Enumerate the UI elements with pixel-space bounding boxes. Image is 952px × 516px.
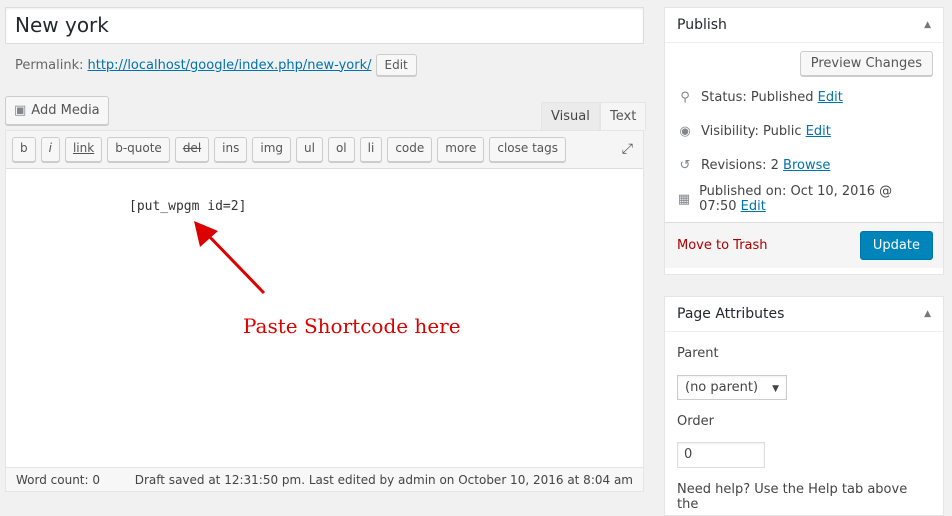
published-row: ▦ Published on: Oct 10, 2016 @ 07:50 Edit <box>665 182 943 216</box>
permalink-link[interactable]: http://localhost/google/index.php/new-yo… <box>88 58 372 73</box>
annotation-text: Paste Shortcode here <box>243 314 461 338</box>
qt-ins[interactable]: ins <box>214 137 248 162</box>
publish-title: Publish <box>677 17 727 33</box>
qt-b[interactable]: b <box>12 137 36 162</box>
word-count: Word count: 0 <box>16 473 101 487</box>
qt-del[interactable]: del <box>174 137 210 162</box>
tab-text[interactable]: Text <box>600 102 647 131</box>
pin-icon: ⚲ <box>680 89 690 105</box>
chevron-down-icon: ▼ <box>772 384 780 394</box>
parent-value: (no parent) <box>685 380 759 395</box>
published-text: Published on: Oct 10, 2016 @ 07:50 <box>699 184 893 214</box>
arrow-icon <box>194 221 266 295</box>
qt-more[interactable]: more <box>437 137 485 162</box>
permalink-row: Permalink: http://localhost/google/index… <box>15 54 417 76</box>
editor-status-bar: Word count: 0 Draft saved at 12:31:50 pm… <box>6 467 643 491</box>
order-input[interactable]: 0 <box>677 442 765 468</box>
qt-close-tags[interactable]: close tags <box>489 137 567 162</box>
eye-icon: ◉ <box>679 123 691 139</box>
permalink-label: Permalink: <box>15 57 84 73</box>
calendar-icon: ▦ <box>677 191 691 207</box>
editor-textarea[interactable]: [put_wpgm id=2] Paste Shortcode here <box>6 169 643 469</box>
shortcode-text: [put_wpgm id=2] <box>129 199 247 214</box>
move-to-trash-link[interactable]: Move to Trash <box>677 238 768 253</box>
collapse-icon[interactable]: ▲ <box>924 306 931 322</box>
publish-header[interactable]: Publish ▲ <box>665 8 943 43</box>
editor: b i link b-quote del ins img ul ol li co… <box>5 130 644 492</box>
revisions-row: ↺ Revisions: 2 Browse <box>665 148 943 182</box>
qt-i[interactable]: i <box>40 137 60 162</box>
qt-code[interactable]: code <box>387 137 433 162</box>
visibility-edit-link[interactable]: Edit <box>806 124 831 139</box>
page-attributes-header[interactable]: Page Attributes ▲ <box>665 297 943 332</box>
qt-img[interactable]: img <box>252 137 291 162</box>
qt-ul[interactable]: ul <box>296 137 323 162</box>
post-title-input[interactable]: New york <box>5 7 644 44</box>
permalink-edit-button[interactable]: Edit <box>375 54 417 76</box>
media-icon: ▣ <box>14 103 27 118</box>
qt-b-quote[interactable]: b-quote <box>107 137 170 162</box>
browse-revisions-link[interactable]: Browse <box>783 158 830 173</box>
tab-visual[interactable]: Visual <box>541 102 600 131</box>
visibility-row: ◉ Visibility: Public Edit <box>665 114 943 148</box>
update-button[interactable]: Update <box>859 231 933 260</box>
fullscreen-icon[interactable]: ⤢ <box>622 141 633 157</box>
help-text: Need help? Use the Help tab above the <box>677 482 908 512</box>
page-attributes-title: Page Attributes <box>677 306 785 322</box>
parent-label: Parent <box>677 346 719 361</box>
status-text: Status: Published <box>701 89 814 105</box>
quicktags-toolbar: b i link b-quote del ins img ul ol li co… <box>6 131 643 169</box>
parent-select[interactable]: (no parent) ▼ <box>677 375 788 400</box>
history-icon: ↺ <box>679 157 691 173</box>
visibility-text: Visibility: Public <box>701 123 802 139</box>
collapse-icon[interactable]: ▲ <box>924 17 931 33</box>
publish-actions: Move to Trash Update <box>665 222 943 268</box>
page-attributes-box: Page Attributes ▲ Parent (no parent) ▼ Ord… <box>664 296 944 516</box>
qt-link[interactable]: link <box>64 137 103 162</box>
qt-ol[interactable]: ol <box>327 137 355 162</box>
add-media-label: Add Media <box>31 103 100 118</box>
preview-changes-button[interactable]: Preview Changes <box>799 51 933 76</box>
published-edit-link[interactable]: Edit <box>741 199 766 214</box>
order-label: Order <box>677 414 714 429</box>
qt-li[interactable]: li <box>359 137 383 162</box>
status-row: ⚲ Status: Published Edit <box>665 80 943 114</box>
add-media-button[interactable]: ▣ Add Media <box>5 96 109 125</box>
publish-box: Publish ▲ Preview Changes ⚲ Status: Publis… <box>664 7 944 275</box>
draft-status: Draft saved at 12:31:50 pm. Last edited … <box>134 473 633 487</box>
revisions-text: Revisions: 2 <box>701 157 779 173</box>
status-edit-link[interactable]: Edit <box>818 90 843 105</box>
